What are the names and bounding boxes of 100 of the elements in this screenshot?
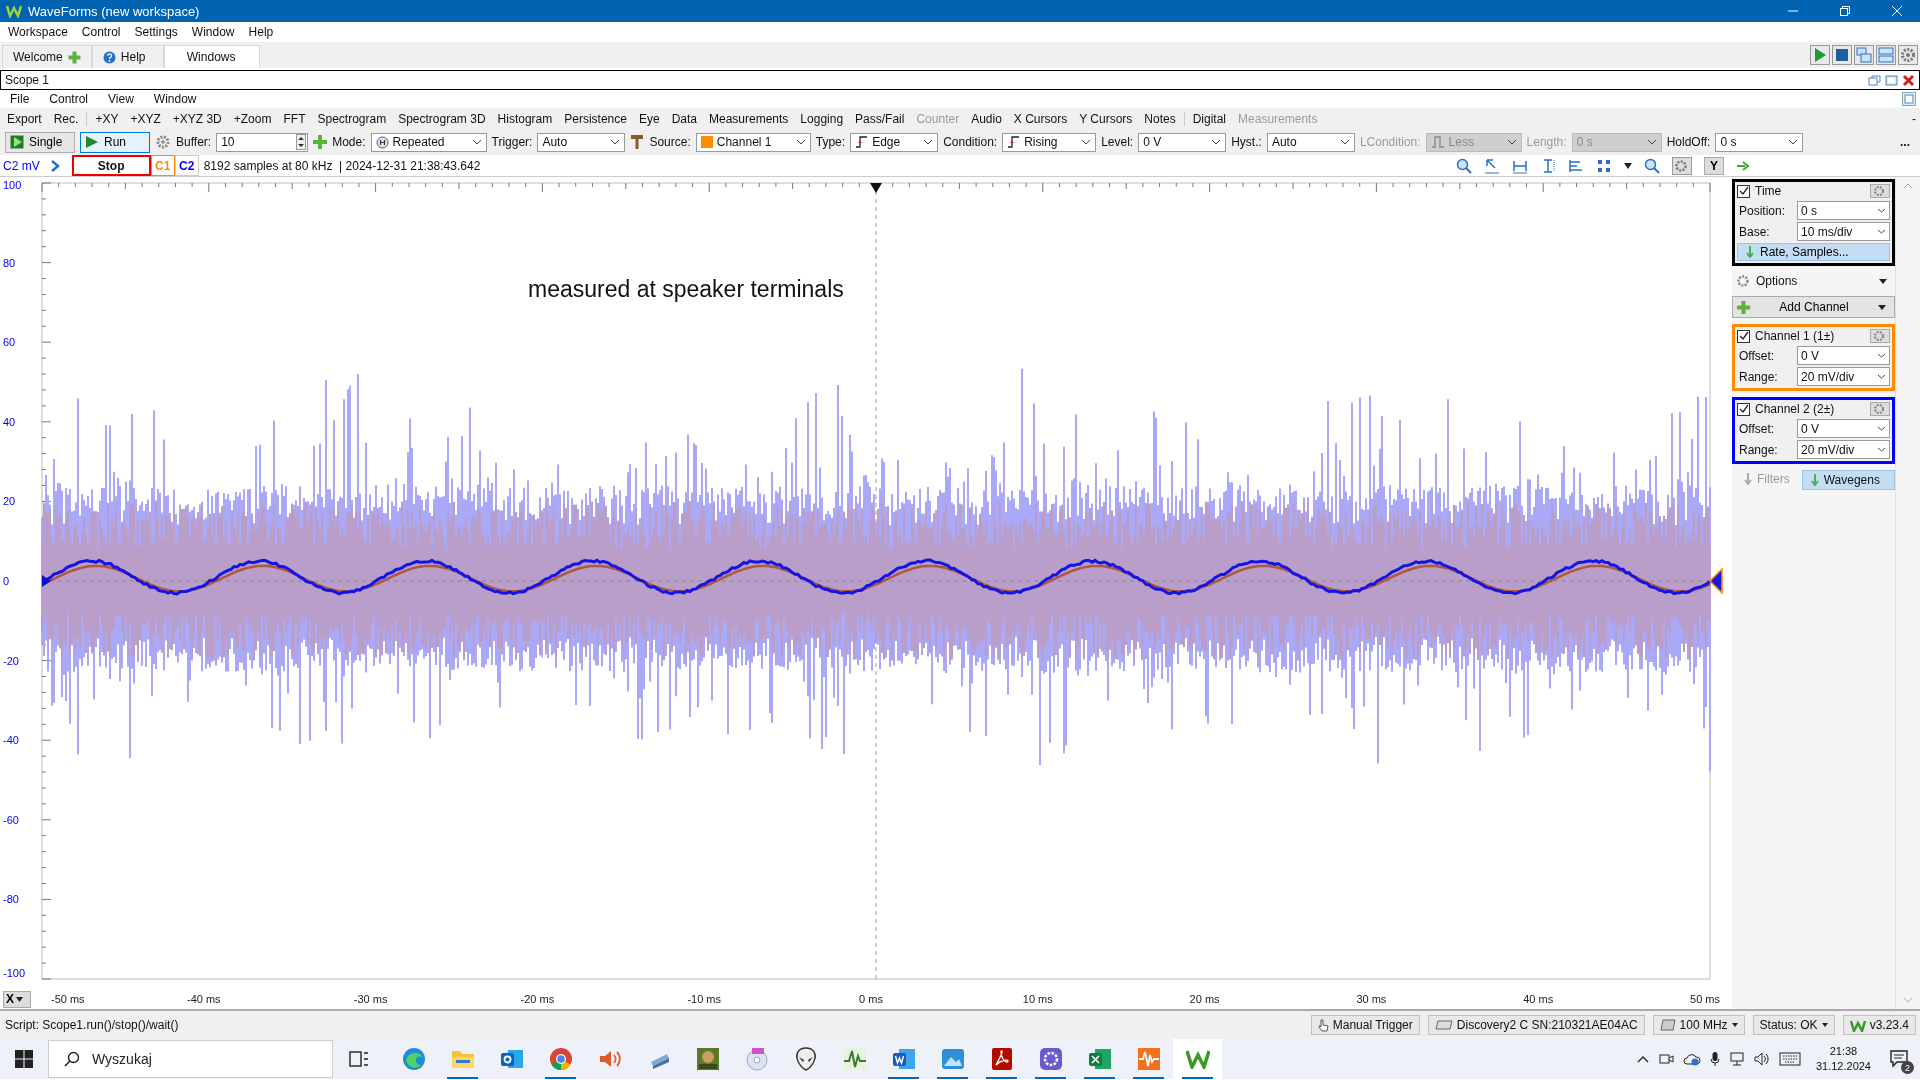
dropdown[interactable]: 0 V [1797,419,1890,438]
dropdown[interactable]: 20 mV/div [1797,440,1890,459]
toolbar-item[interactable]: Measurements [709,111,789,126]
settings-icon[interactable] [1870,402,1890,416]
x-axis-button[interactable]: X [3,990,31,1008]
settings-icon[interactable] [1672,156,1692,175]
toolbar-item[interactable]: Data [671,111,697,126]
number-field[interactable]: 10 [216,132,309,152]
settings-icon[interactable] [1870,184,1890,198]
dropdown[interactable]: Edge [850,132,939,152]
status-bar-button[interactable]: v3.23.4 [1842,1015,1916,1035]
y-axis-button[interactable]: Y [1704,156,1724,175]
status-bar-button[interactable]: Discovery2 C SN:210321AE04AC [1427,1015,1645,1035]
toolbar-item[interactable]: Audio [971,111,1002,126]
menu-item[interactable]: Control [81,25,121,39]
rate-samples-button[interactable]: Rate, Samples... [1737,243,1890,261]
zoom-icon[interactable] [1644,157,1660,174]
chevron-up-icon[interactable] [1636,1055,1649,1063]
toolbar-item[interactable]: +XYZ 3D [172,111,222,126]
toolbar-item[interactable]: Digital [1192,111,1227,126]
menu-item[interactable]: Window [153,92,197,106]
menu-item[interactable]: Help [248,25,274,39]
channel-tag[interactable]: C2 [174,155,199,176]
panel-tab[interactable]: Wavegens [1801,470,1895,490]
chevron-right-icon[interactable] [49,159,60,172]
dropdown[interactable]: 0 s [1797,201,1890,220]
settings-icon[interactable] [155,134,171,150]
menu-item[interactable]: Control [49,92,89,106]
settings-icon[interactable] [1870,329,1890,343]
overflow-button[interactable]: ... [1900,135,1914,149]
task-view-icon[interactable] [349,1050,369,1068]
tile-windows-icon[interactable] [1876,45,1896,65]
dropdown[interactable]: 0 V [1138,132,1227,152]
status-bar-button[interactable]: Manual Trigger [1310,1015,1420,1035]
stop-icon[interactable] [1832,45,1852,65]
notifications-button[interactable]: 2 [1886,1046,1912,1072]
toolbar-item[interactable]: Rec. [53,111,79,126]
volume-icon[interactable] [1753,1051,1770,1067]
clock[interactable]: 21:38 31.12.2024 [1809,1044,1877,1074]
dropdown[interactable]: 0 s [1715,132,1804,152]
add-channel-button[interactable]: Add Channel [1732,296,1895,318]
dropdown[interactable]: Repeated [370,132,487,152]
cascade-windows-icon[interactable] [1854,45,1874,65]
arrow-right-icon[interactable] [1736,160,1750,171]
menu-item[interactable]: Settings [134,25,178,39]
microphone-icon[interactable] [1709,1051,1720,1067]
options-button[interactable]: Options [1732,272,1895,290]
start-icon[interactable] [15,1050,33,1068]
zoom-in-icon[interactable] [1456,157,1472,174]
toolbar-item[interactable]: Notes [1144,111,1176,126]
trigger-position-marker-icon[interactable] [870,183,882,193]
status-bar-button[interactable]: Status: OK [1752,1015,1835,1035]
toolbar-item[interactable]: +XY [95,111,119,126]
play-icon[interactable] [1810,45,1830,65]
cursor-icon[interactable] [1484,157,1500,174]
dropdown[interactable]: Auto [537,132,626,152]
tab[interactable]: Welcome [2,45,92,68]
dropdown[interactable]: Channel 1 [695,132,811,152]
network-icon[interactable] [1728,1051,1745,1067]
toolbar-item[interactable]: Persistence [564,111,627,126]
tab[interactable]: Help [91,45,164,68]
toolbar-item[interactable]: Logging [800,111,844,126]
keyboard-icon[interactable] [1778,1052,1801,1066]
toolbar-item[interactable]: Eye [638,111,660,126]
run-control-button[interactable]: Single [5,131,75,153]
hammer-icon[interactable] [630,134,645,150]
menu-item[interactable]: Workspace [8,25,68,39]
settings-icon[interactable] [1898,45,1918,65]
cloud-sync-icon[interactable] [1682,1052,1701,1066]
checkbox[interactable] [1737,184,1750,198]
toolbar-item[interactable]: FFT [283,111,306,126]
dropdown[interactable]: 0 V [1797,346,1890,365]
menu-item[interactable]: View [108,92,134,106]
taskbar-app[interactable] [1173,1039,1222,1079]
numbered-grid-icon[interactable] [1596,157,1612,174]
dropdown[interactable]: 20 mV/div [1797,367,1890,386]
camera-icon[interactable] [1657,1051,1674,1067]
toolbar-item[interactable]: Spectrogram 3D [398,111,486,126]
run-control-button[interactable]: Run [80,131,150,153]
caret-icon[interactable] [1624,162,1632,169]
menu-item[interactable]: Window [191,25,235,39]
channel-offset-marker-icon[interactable] [42,575,51,587]
toolbar-item[interactable]: Pass/Fail [855,111,905,126]
trigger-level-marker-icon[interactable] [1708,567,1723,595]
search-field[interactable]: Wyszukaj [48,1040,333,1078]
collapse-button[interactable]: - [1912,111,1916,126]
dropdown[interactable]: 10 ms/div [1797,222,1890,241]
dropdown[interactable]: Rising [1002,132,1097,152]
restore-icon[interactable] [1868,73,1881,87]
toolbar-item[interactable]: Export [7,111,42,126]
tab[interactable]: Windows [163,45,260,68]
toolbar-item[interactable]: X Cursors [1013,111,1068,126]
close-icon[interactable] [1902,73,1915,87]
dropdown[interactable]: Auto [1266,132,1355,152]
toolbar-item[interactable]: +XYZ [130,111,161,126]
menu-item[interactable]: File [10,92,30,106]
align-icon[interactable] [1568,157,1584,174]
toolbar-item[interactable]: Spectrogram [317,111,387,126]
spinner-arrows-icon[interactable] [296,134,307,150]
toolbar-item[interactable]: Y Cursors [1079,111,1133,126]
